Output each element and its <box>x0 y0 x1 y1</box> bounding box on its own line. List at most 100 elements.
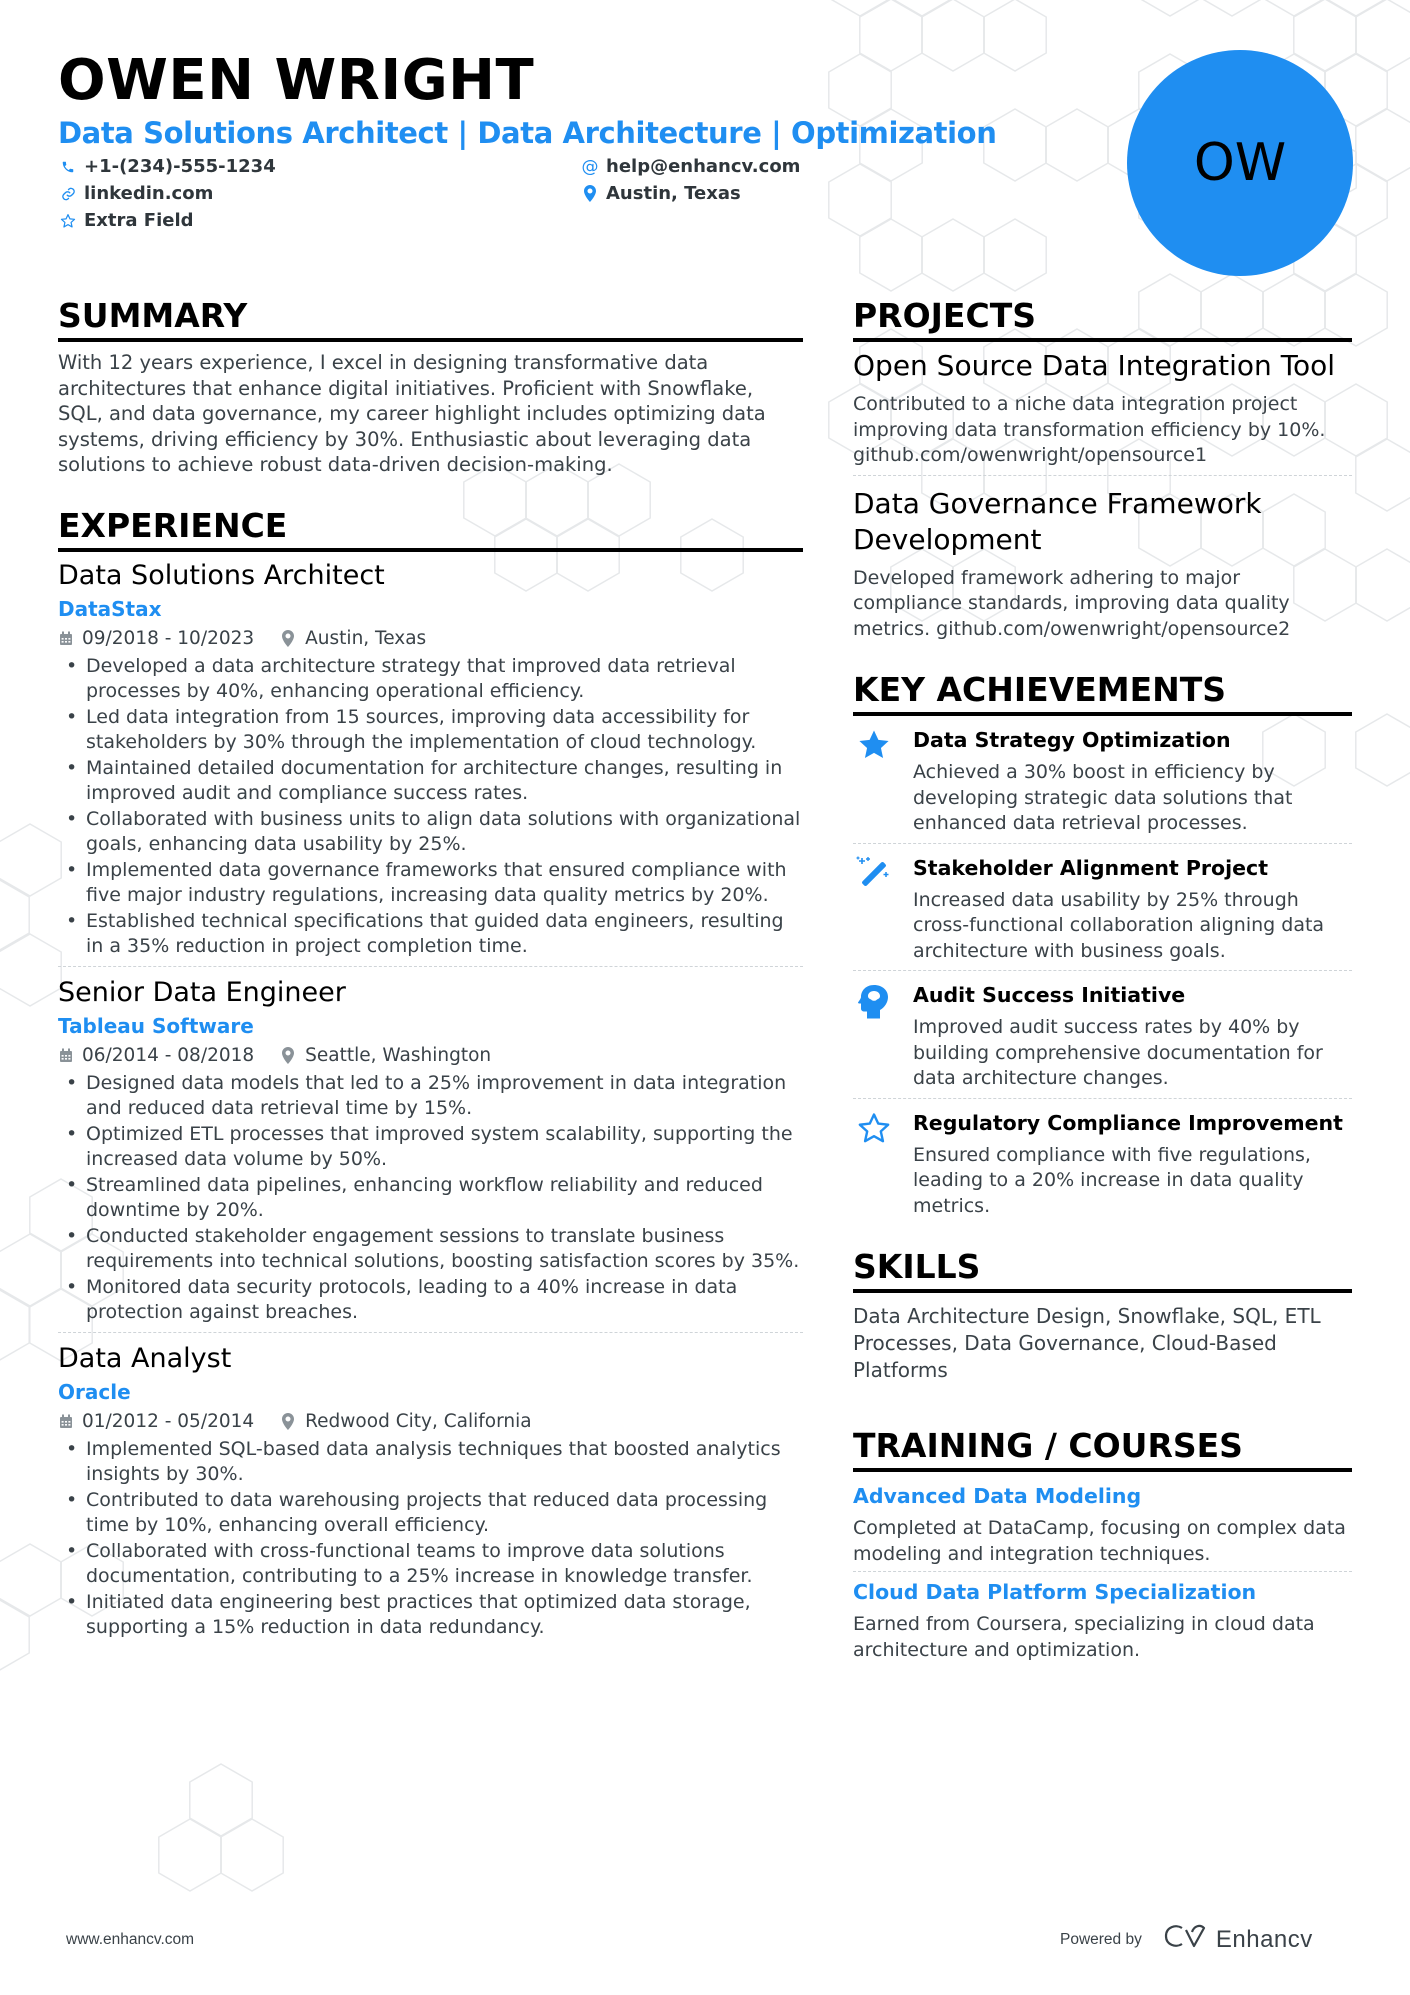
calendar-icon <box>58 1414 74 1429</box>
footer-website[interactable]: www.enhancv.com <box>66 1931 194 1949</box>
achievement-list: Data Strategy Optimization Achieved a 30%… <box>853 716 1352 1225</box>
job-meta: 09/2018 - 10/2023 Austin, Texas <box>58 624 803 654</box>
job-title: Data Solutions Architect <box>58 559 385 591</box>
bullet-item: Designed data models that led to a 25% i… <box>58 1071 803 1122</box>
job-entry: Data Solutions Architect DataStax 09/2018 … <box>58 558 803 966</box>
skills-heading: SKILLS <box>853 1247 1352 1293</box>
at-icon: @ <box>581 156 599 177</box>
company-name[interactable]: Tableau Software <box>58 1011 803 1041</box>
contact-location: Austin, Texas <box>582 183 741 204</box>
job-list: Data Solutions Architect DataStax 09/2018 … <box>58 558 803 1647</box>
calendar-icon <box>58 631 74 646</box>
achievement-entry: Stakeholder Alignment Project Increased d… <box>853 842 1352 971</box>
training-section: TRAINING / COURSES Advanced Data Modelin… <box>853 1426 1352 1667</box>
bullet-item: Optimized ETL processes that improved sy… <box>58 1122 803 1173</box>
resume-page: OWEN WRIGHT Data Solutions Architect | D… <box>0 0 1410 1995</box>
skills-text: Data Architecture Design, Snowflake, SQL… <box>853 1304 1321 1382</box>
achievement-title: Audit Success Initiative <box>913 983 1186 1007</box>
star-outline-icon <box>853 1109 895 1220</box>
bullet-item: Led data integration from 15 sources, im… <box>58 705 803 756</box>
job-dates: 01/2012 - 05/2014 <box>82 1410 255 1432</box>
achievement-description: Improved audit success rates by 40% by b… <box>913 1016 1323 1089</box>
achievement-entry: Regulatory Compliance Improvement Ensured… <box>853 1097 1352 1226</box>
enhancv-brand-name: Enhancv <box>1215 1925 1313 1953</box>
contact-email[interactable]: @ help@enhancv.com <box>581 156 801 177</box>
job-location: Redwood City, California <box>280 1407 532 1437</box>
bullet-item: Established technical specifications tha… <box>58 909 803 960</box>
achievements-heading: KEY ACHIEVEMENTS <box>853 670 1352 716</box>
course-entry: Advanced Data Modeling Completed at DataC… <box>853 1476 1352 1571</box>
job-dates: 09/2018 - 10/2023 <box>82 627 255 649</box>
achievement-body: Stakeholder Alignment Project Increased d… <box>913 854 1352 965</box>
course-description: Earned from Coursera, specializing in cl… <box>853 1613 1315 1661</box>
calendar-icon <box>58 1048 74 1063</box>
course-description: Completed at DataCamp, focusing on compl… <box>853 1517 1346 1565</box>
star-outline-icon <box>60 212 76 230</box>
job-location-text: Redwood City, California <box>305 1410 532 1432</box>
contact-phone[interactable]: +1-(234)-555-1234 <box>60 156 276 177</box>
job-location-text: Seattle, Washington <box>305 1044 492 1066</box>
contact-linkedin[interactable]: linkedin.com <box>60 183 213 204</box>
achievement-body: Regulatory Compliance Improvement Ensured… <box>913 1109 1352 1220</box>
achievement-title: Data Strategy Optimization <box>913 728 1231 752</box>
bullet-item: Conducted stakeholder engagement session… <box>58 1224 803 1275</box>
project-list: Open Source Data Integration Tool Contrib… <box>853 348 1352 648</box>
achievement-description: Ensured compliance with five regulations… <box>913 1143 1311 1217</box>
extra-value: Extra Field <box>84 210 194 231</box>
achievement-body: Audit Success Initiative Improved audit s… <box>913 981 1352 1092</box>
achievement-description: Achieved a 30% boost in efficiency by de… <box>913 761 1293 834</box>
achievement-entry: Audit Success Initiative Improved audit s… <box>853 970 1352 1098</box>
summary-section: SUMMARY With 12 years experience, I exce… <box>58 296 803 478</box>
powered-by-label: Powered by <box>1060 1930 1142 1948</box>
location-value: Austin, Texas <box>606 183 741 204</box>
achievement-entry: Data Strategy Optimization Achieved a 30%… <box>853 716 1352 843</box>
course-list: Advanced Data Modeling Completed at DataC… <box>853 1476 1352 1667</box>
linkedin-value: linkedin.com <box>84 183 214 204</box>
course-title[interactable]: Advanced Data Modeling <box>853 1482 1352 1510</box>
job-bullets: Designed data models that led to a 25% i… <box>58 1071 803 1326</box>
company-name[interactable]: Oracle <box>58 1377 803 1407</box>
candidate-title: Data Solutions Architect | Data Architec… <box>58 116 997 150</box>
phone-value: +1-(234)-555-1234 <box>84 156 276 177</box>
company-name[interactable]: DataStax <box>58 594 803 624</box>
project-title: Open Source Data Integration Tool <box>853 349 1336 382</box>
avatar: OW <box>1127 50 1353 276</box>
enhancv-brand: Enhancv <box>1164 1924 1313 1955</box>
summary-heading: SUMMARY <box>58 296 803 342</box>
bullet-item: Collaborated with business units to alig… <box>58 807 803 858</box>
achievement-body: Data Strategy Optimization Achieved a 30%… <box>913 726 1352 837</box>
experience-section: EXPERIENCE Data Solutions Architect DataS… <box>58 506 803 1647</box>
training-heading: TRAINING / COURSES <box>853 1426 1352 1472</box>
bullet-item: Implemented SQL-based data analysis tech… <box>58 1437 803 1488</box>
bullet-item: Streamlined data pipelines, enhancing wo… <box>58 1173 803 1224</box>
avatar-initials: OW <box>1193 133 1287 193</box>
course-title[interactable]: Cloud Data Platform Specialization <box>853 1578 1352 1606</box>
experience-heading: EXPERIENCE <box>58 506 803 552</box>
enhancv-logo-icon <box>1164 1924 1208 1955</box>
achievement-title: Stakeholder Alignment Project <box>913 855 1268 880</box>
map-pin-icon <box>280 1413 296 1430</box>
achievement-description: Increased data usability by 25% through … <box>913 888 1325 962</box>
right-column: PROJECTS Open Source Data Integration To… <box>853 296 1352 1667</box>
bullet-item: Developed a data architecture strategy t… <box>58 654 803 705</box>
job-title: Data Analyst <box>58 1342 232 1374</box>
magic-wand-icon <box>853 854 895 965</box>
project-description: Contributed to a niche data integration … <box>853 393 1326 466</box>
project-entry: Open Source Data Integration Tool Contrib… <box>853 348 1352 475</box>
job-entry: Data Analyst Oracle 01/2012 - 05/2014 Redwo… <box>58 1331 803 1647</box>
achievement-title: Regulatory Compliance Improvement <box>913 1110 1343 1135</box>
contact-extra: Extra Field <box>60 210 194 231</box>
map-pin-icon <box>582 185 598 203</box>
bullet-item: Maintained detailed documentation for ar… <box>58 756 803 807</box>
bullet-item: Monitored data security protocols, leadi… <box>58 1275 803 1326</box>
skills-section: SKILLS Data Architecture Design, Snowfla… <box>853 1247 1352 1384</box>
footer-powered-by[interactable]: Powered by Enhancv <box>1060 1924 1313 1955</box>
bullet-item: Implemented data governance frameworks t… <box>58 858 803 909</box>
summary-text: With 12 years experience, I excel in des… <box>58 351 766 476</box>
project-description: Developed framework adhering to major co… <box>853 566 1291 640</box>
star-filled-icon <box>853 726 895 837</box>
bullet-item: Initiated data engineering best practice… <box>58 1590 803 1641</box>
map-pin-icon <box>280 1047 296 1064</box>
link-icon <box>60 185 76 203</box>
job-dates: 06/2014 - 08/2018 <box>82 1044 255 1066</box>
